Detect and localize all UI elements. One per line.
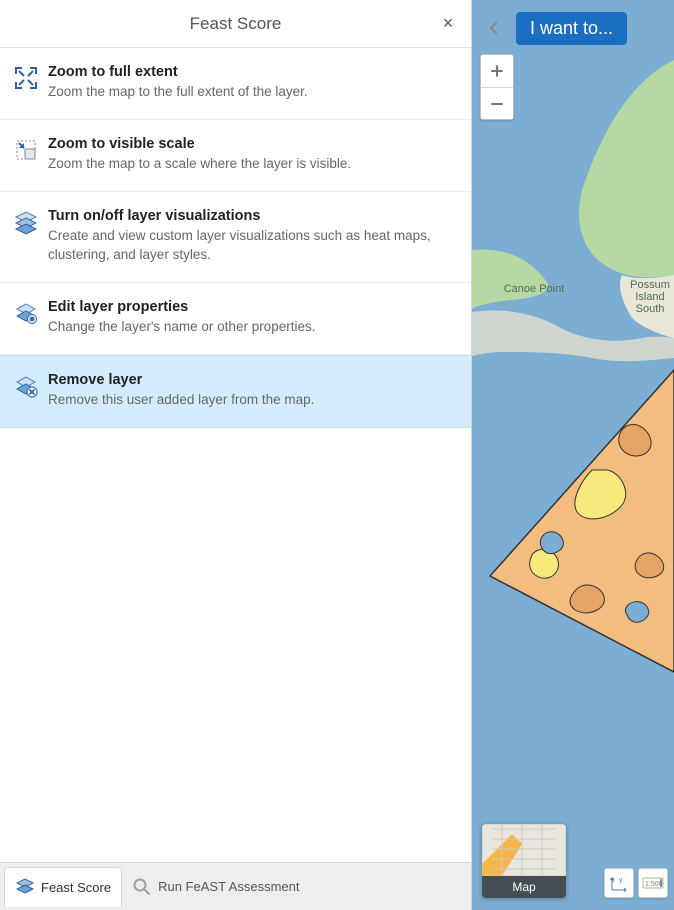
zoom-in-button[interactable] [481,55,513,87]
svg-text:1:500: 1:500 [645,881,663,888]
scale-input-button[interactable]: 1:500 [638,868,668,898]
zoom-out-button[interactable] [481,87,513,119]
map-label: Canoe Point [504,283,565,295]
action-full-extent[interactable]: Zoom to full extent Zoom the map to the f… [0,48,471,120]
layer-props-icon [12,299,40,327]
action-title: Edit layer properties [48,299,315,315]
footer-tab-label: Feast Score [41,880,111,895]
panel-title: Feast Score [190,14,282,34]
action-title: Turn on/off layer visualizations [48,208,457,224]
panel-footer-tabs: Feast Score Run FeAST Assessment [0,862,471,910]
action-layer-props[interactable]: Edit layer properties Change the layer's … [0,283,471,355]
footer-tab-label: Run FeAST Assessment [158,879,299,894]
svg-text:y: y [619,877,623,884]
footer-tab-run-feast-assessment[interactable]: Run FeAST Assessment [122,867,309,907]
panel-header: Feast Score × [0,0,471,48]
full-extent-icon [12,64,40,92]
action-layers-toggle[interactable]: Turn on/off layer visualizations Create a… [0,192,471,282]
i-want-to-button[interactable]: I want to... [516,12,627,45]
map-label: South [636,303,665,315]
visible-scale-icon [12,136,40,164]
xy-axes-icon: x y [610,874,628,892]
action-title: Remove layer [48,372,314,388]
basemap-switcher-button[interactable]: Map [482,824,566,898]
scale-icon: 1:500 [642,875,664,891]
layer-actions-panel: Feast Score × Zoom to full extent Zoom th… [0,0,472,910]
footer-tab-feast-score[interactable]: Feast Score [4,867,122,907]
layers-toggle-icon [12,208,40,236]
remove-layer-icon [12,372,40,400]
bottom-right-tools: x y 1:500 [604,868,668,898]
action-title: Zoom to visible scale [48,136,351,152]
minus-icon [490,97,504,111]
back-button[interactable] [480,14,508,42]
close-icon[interactable]: × [437,12,459,34]
action-remove-layer[interactable]: Remove layer Remove this user added layer… [0,355,471,428]
magnify-icon [132,877,152,897]
action-desc: Remove this user added layer from the ma… [48,391,314,409]
plus-icon [490,64,504,78]
action-desc: Create and view custom layer visualizati… [48,227,457,263]
action-desc: Zoom the map to the full extent of the l… [48,83,308,101]
panel-body: Zoom to full extent Zoom the map to the f… [0,48,471,862]
map-label: Possum [630,279,670,291]
chevron-left-icon [487,21,501,35]
basemap-thumb-icon [482,824,566,876]
xy-coords-button[interactable]: x y [604,868,634,898]
action-visible-scale[interactable]: Zoom to visible scale Zoom the map to a s… [0,120,471,192]
map-label: Island [635,291,664,303]
zoom-control [480,54,514,120]
app-root: Feast Score × Zoom to full extent Zoom th… [0,0,674,910]
action-desc: Zoom the map to a scale where the layer … [48,155,351,173]
basemap-label: Map [482,876,566,898]
action-desc: Change the layer's name or other propert… [48,318,315,336]
map-pane[interactable]: Canoe Point PossumIslandSouth I want to..… [472,0,674,910]
action-title: Zoom to full extent [48,64,308,80]
layers-icon [15,877,35,897]
map-canvas: Canoe Point PossumIslandSouth [472,0,674,910]
